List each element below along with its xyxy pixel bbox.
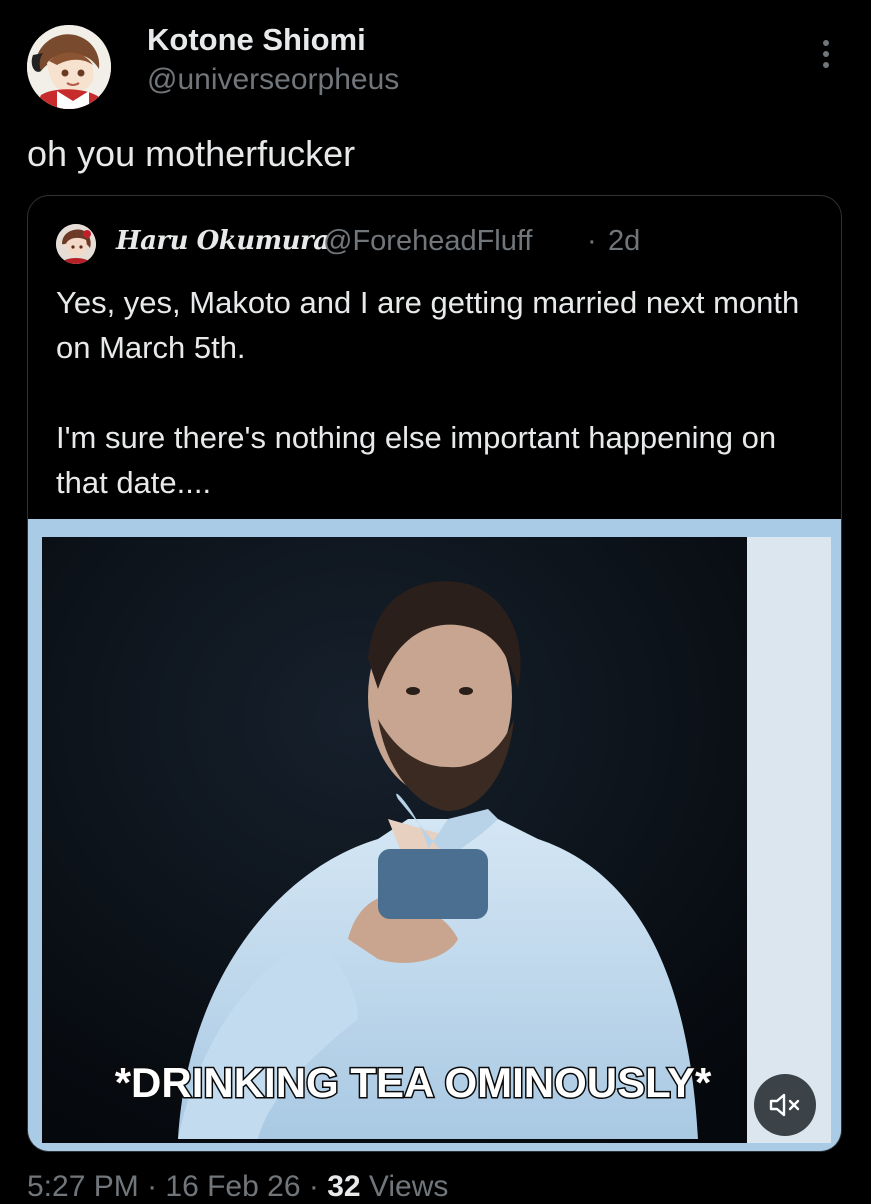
quote-paragraph-2: I'm sure there's nothing else important … xyxy=(56,420,777,500)
tweet-time[interactable]: 5:27 PM xyxy=(27,1170,139,1203)
author-handle[interactable]: @universeorpheus xyxy=(147,63,399,97)
tweet-metadata: 5:27 PM · 16 Feb 26 · 32 Views xyxy=(27,1170,448,1204)
quote-author-avatar[interactable] xyxy=(56,224,96,264)
quote-media-video[interactable]: *DRINKING TEA OMINOUSLY* xyxy=(28,519,841,1151)
views-count[interactable]: 32 xyxy=(327,1170,360,1203)
tweet-date[interactable]: 16 Feb 26 xyxy=(165,1170,300,1203)
quote-paragraph-1: Yes, yes, Makoto and I are getting marri… xyxy=(56,285,800,365)
quote-timestamp[interactable]: 2d xyxy=(608,225,640,258)
meta-separator: · xyxy=(138,1170,166,1203)
video-frame: *DRINKING TEA OMINOUSLY* xyxy=(28,519,841,1151)
quote-author-handle[interactable]: @ForeheadFluff xyxy=(323,225,532,258)
quote-author-display-name[interactable]: Haru Okumura xyxy=(116,226,330,256)
views-label[interactable]: Views xyxy=(361,1170,449,1203)
tweet-text: oh you motherfucker xyxy=(27,133,356,174)
vertical-ellipsis-icon xyxy=(823,40,829,68)
video-caption: *DRINKING TEA OMINOUSLY* xyxy=(115,1059,712,1106)
author-display-name[interactable]: Kotone Shiomi xyxy=(147,22,366,58)
meta-separator: · xyxy=(300,1170,328,1203)
speaker-muted-icon xyxy=(769,1093,800,1117)
quote-separator: · xyxy=(587,225,597,257)
quoted-tweet-card[interactable]: Haru Okumura @ForeheadFluff · 2d Yes, ye… xyxy=(27,195,842,1152)
author-avatar[interactable] xyxy=(27,25,111,109)
quote-avatar-icon xyxy=(56,224,96,264)
quote-text: Yes, yes, Makoto and I are getting marri… xyxy=(56,280,816,550)
anime-character-avatar-icon xyxy=(27,25,111,109)
more-options-button[interactable] xyxy=(806,36,846,72)
mute-toggle-button[interactable] xyxy=(754,1074,816,1136)
